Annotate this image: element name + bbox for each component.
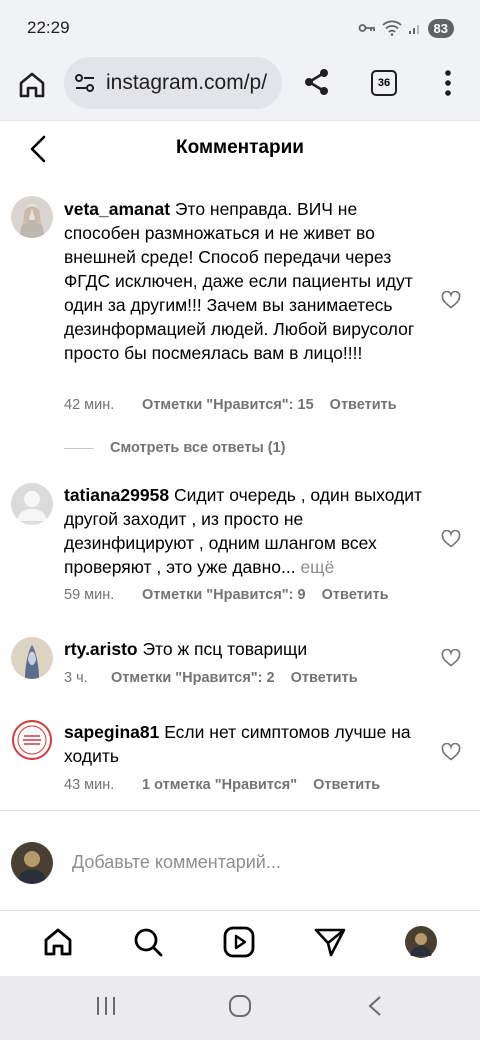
direct-icon[interactable] bbox=[313, 925, 347, 959]
status-bar: 22:29 83 bbox=[0, 0, 480, 55]
page-title: Комментарии bbox=[176, 137, 304, 158]
comment-time: 3 ч. bbox=[64, 670, 88, 686]
comment-meta: 59 мин. Отметки "Нравится": 9 Ответить bbox=[64, 587, 389, 603]
avatar[interactable] bbox=[11, 196, 53, 238]
likes-count[interactable]: Отметки "Нравится": 9 bbox=[142, 587, 306, 603]
signal-icon bbox=[408, 25, 419, 34]
reply-button[interactable]: Ответить bbox=[313, 777, 380, 793]
comment-time: 43 мин. bbox=[64, 777, 115, 793]
home-icon[interactable] bbox=[41, 925, 75, 959]
home-circle-icon[interactable] bbox=[228, 994, 252, 1018]
add-comment-bar: Добавьте комментарий... bbox=[0, 838, 480, 890]
likes-count[interactable]: Отметки "Нравится": 15 bbox=[142, 397, 314, 413]
replies-divider bbox=[64, 447, 94, 449]
system-nav-bar bbox=[0, 976, 480, 1040]
tabs-icon[interactable]: 36 bbox=[371, 70, 397, 96]
comment-meta: 3 ч. Отметки "Нравится": 2 Ответить bbox=[64, 670, 358, 686]
likes-count[interactable]: Отметки "Нравится": 2 bbox=[111, 670, 275, 686]
comments-header: Комментарии bbox=[0, 121, 480, 177]
comment-text: rty.aristo Это ж псц товарищи bbox=[64, 637, 424, 661]
comment-time: 42 мин. bbox=[64, 397, 115, 413]
reels-icon[interactable] bbox=[222, 925, 256, 959]
comment-text: tatiana29958 Сидит очередь , один выходи… bbox=[64, 483, 424, 579]
key-icon bbox=[358, 24, 375, 32]
comment-time: 59 мин. bbox=[64, 587, 115, 603]
reply-button[interactable]: Ответить bbox=[291, 670, 358, 686]
back-icon[interactable] bbox=[366, 994, 384, 1018]
reply-button[interactable]: Ответить bbox=[322, 587, 389, 603]
battery-level: 83 bbox=[427, 18, 454, 38]
comment-text: veta_amanat Это неправда. ВИЧ не способе… bbox=[64, 197, 424, 365]
status-icons: 83 bbox=[358, 17, 454, 39]
comment-username[interactable]: sapegina81 bbox=[64, 722, 159, 742]
profile-icon[interactable] bbox=[404, 925, 438, 959]
avatar[interactable] bbox=[11, 483, 53, 525]
search-icon[interactable] bbox=[131, 925, 165, 959]
heart-icon[interactable] bbox=[441, 743, 461, 761]
heart-icon[interactable] bbox=[441, 530, 461, 548]
comment-username[interactable]: tatiana29958 bbox=[64, 485, 169, 505]
comment-meta: 42 мин. Отметки "Нравится": 15 Ответить bbox=[64, 397, 397, 413]
recents-icon[interactable] bbox=[95, 994, 117, 1018]
heart-icon[interactable] bbox=[441, 291, 461, 309]
comments-divider bbox=[0, 810, 480, 811]
heart-icon[interactable] bbox=[441, 649, 461, 667]
browser-toolbar: instagram.com/p/ 36 bbox=[0, 55, 480, 121]
more-link[interactable]: ещё bbox=[300, 557, 334, 577]
share-icon[interactable] bbox=[302, 67, 332, 97]
comment-body: Это ж псц товарищи bbox=[142, 639, 308, 659]
likes-count[interactable]: 1 отметка "Нравится" bbox=[142, 777, 297, 793]
comment-input[interactable]: Добавьте комментарий... bbox=[72, 852, 281, 873]
view-replies-button[interactable]: Смотреть все ответы (1) bbox=[64, 440, 286, 456]
menu-icon[interactable] bbox=[438, 68, 458, 98]
avatar[interactable] bbox=[11, 637, 53, 679]
bottom-nav bbox=[0, 910, 480, 977]
comment-text: sapegina81 Если нет симптомов лучше на х… bbox=[64, 720, 424, 768]
avatar[interactable] bbox=[11, 719, 53, 761]
address-bar[interactable]: instagram.com/p/ bbox=[64, 57, 282, 109]
comment-meta: 43 мин. 1 отметка "Нравится" Ответить bbox=[64, 777, 380, 793]
url-text: instagram.com/p/ bbox=[106, 71, 268, 94]
home-icon[interactable] bbox=[16, 69, 48, 101]
comment-username[interactable]: rty.aristo bbox=[64, 639, 138, 659]
wifi-icon bbox=[381, 20, 402, 36]
view-replies-label: Смотреть все ответы (1) bbox=[110, 440, 286, 456]
status-time: 22:29 bbox=[27, 18, 70, 37]
comment-username[interactable]: veta_amanat bbox=[64, 199, 170, 219]
reply-button[interactable]: Ответить bbox=[330, 397, 397, 413]
comment-body: Это неправда. ВИЧ не способен размножать… bbox=[64, 199, 415, 363]
my-avatar bbox=[11, 842, 53, 884]
site-settings-icon[interactable] bbox=[74, 73, 96, 93]
